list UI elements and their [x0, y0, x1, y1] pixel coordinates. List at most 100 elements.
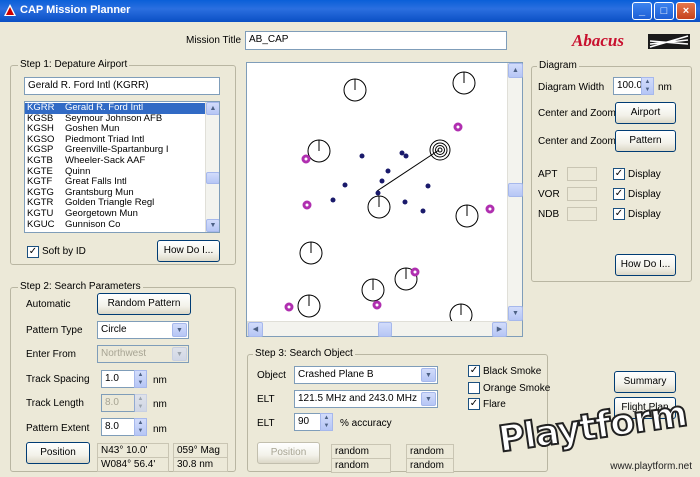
- track-spacing-label: Track Spacing: [26, 374, 90, 385]
- airport-search-input[interactable]: Gerald R. Ford Intl (KGRR): [24, 77, 220, 95]
- black-smoke-checkbox[interactable]: ✓: [468, 365, 480, 377]
- airport-icon: [375, 190, 381, 196]
- elt-accuracy-input[interactable]: 90: [294, 413, 321, 431]
- list-item[interactable]: KGTB Wheeler-Sack AAF: [25, 154, 205, 167]
- scroll-thumb[interactable]: [206, 172, 219, 184]
- list-item[interactable]: KGTU Georgetown Mun: [25, 207, 205, 220]
- chevron-down-icon: ▼: [172, 323, 187, 337]
- logo-mark-icon: [648, 34, 690, 49]
- diagram-width-input[interactable]: 100.0: [613, 77, 643, 95]
- track-length-input: 8.0: [101, 394, 135, 412]
- diagram-width-stepper[interactable]: ▲ ▼: [641, 77, 654, 95]
- track-spacing-input[interactable]: 1.0: [101, 370, 135, 388]
- airport-icon: [385, 168, 391, 174]
- accuracy-unit: % accuracy: [340, 418, 392, 429]
- mission-diagram[interactable]: ▲ ▼ ◀ ▶: [246, 62, 523, 337]
- mission-title-input[interactable]: AB_CAP: [245, 31, 507, 50]
- vor-icon: [367, 195, 391, 219]
- step1-howdoi-button[interactable]: How Do I...: [157, 240, 220, 262]
- diagram-canvas[interactable]: [247, 63, 507, 321]
- track-length-stepper: ▲ ▼: [134, 394, 147, 412]
- scroll-down-icon[interactable]: ▼: [508, 306, 523, 321]
- airport-name: Wheeler-Sack AAF: [65, 154, 146, 166]
- enter-from-label: Enter From: [26, 349, 77, 360]
- ndb-icon: [301, 154, 311, 164]
- latitude-readout: N43° 10.0': [97, 443, 169, 458]
- black-smoke-label: Black Smoke: [483, 366, 542, 377]
- hscroll-thumb[interactable]: [378, 322, 392, 337]
- orange-smoke-label: Orange Smoke: [483, 383, 551, 394]
- step3-position-button: Position: [257, 442, 320, 464]
- airport-code: KGRR: [27, 102, 55, 113]
- chevron-down-icon: ▼: [421, 368, 436, 382]
- pattern-type-value: Circle: [101, 324, 127, 335]
- track-spacing-stepper[interactable]: ▲ ▼: [134, 370, 147, 388]
- list-item[interactable]: KGUC Gunnison Co: [25, 218, 205, 231]
- vor-icon: [452, 71, 476, 95]
- random-pattern-button[interactable]: Random Pattern: [97, 293, 191, 315]
- object-select[interactable]: Crashed Plane B ▼: [294, 366, 438, 384]
- elt-accuracy-label: ELT: [257, 418, 275, 429]
- apt-label: APT: [538, 169, 558, 180]
- window-title: CAP Mission Planner: [20, 4, 131, 16]
- pattern-extent-input[interactable]: 8.0: [101, 418, 135, 436]
- step1-title: Step 1: Depature Airport: [18, 59, 130, 70]
- airport-name: Georgetown Mun: [65, 207, 138, 219]
- apt-display-checkbox[interactable]: ✓: [613, 168, 625, 180]
- vor-display-checkbox[interactable]: ✓: [613, 188, 625, 200]
- elt-accuracy-stepper[interactable]: ▲ ▼: [320, 413, 333, 431]
- maximize-button[interactable]: □: [654, 2, 674, 20]
- ndb-icon: [302, 200, 312, 210]
- scroll-right-icon[interactable]: ▶: [492, 322, 507, 337]
- vor-icon: [455, 204, 479, 228]
- pattern-type-select[interactable]: Circle ▼: [97, 321, 189, 339]
- airport-icon: [359, 153, 365, 159]
- airport-name: Gerald R. Ford Intl: [65, 102, 144, 113]
- distance-readout: 30.8 nm: [173, 457, 228, 472]
- object-value: Crashed Plane B: [298, 369, 374, 380]
- step2-position-button[interactable]: Position: [26, 442, 90, 464]
- apt-swatch: [567, 167, 597, 181]
- airport-name: Gunnison Co: [65, 218, 121, 230]
- center-zoom-pattern-label: Center and Zoom: [538, 136, 616, 147]
- diagram-hscrollbar[interactable]: ◀ ▶: [247, 321, 507, 337]
- step3-title: Step 3: Search Object: [253, 348, 355, 359]
- elt-frequency-select[interactable]: 121.5 MHz and 243.0 MHz ▼: [294, 390, 438, 408]
- diagram-howdoi-button[interactable]: How Do I...: [615, 254, 676, 276]
- scroll-corner: [507, 321, 522, 336]
- airport-list-scrollbar[interactable]: ▲ ▼: [205, 102, 219, 232]
- airport-list[interactable]: KGRR Gerald R. Ford Intl KGSB Seymour Johns…: [24, 101, 220, 233]
- summary-button[interactable]: Summary: [614, 371, 676, 393]
- zoom-pattern-button[interactable]: Pattern: [615, 130, 676, 152]
- pattern-extent-stepper[interactable]: ▲ ▼: [134, 418, 147, 436]
- ndb-display-checkbox[interactable]: ✓: [613, 208, 625, 220]
- ndb-icon: [410, 267, 420, 277]
- track-length-unit: nm: [153, 399, 167, 410]
- sort-by-id-label: Soft by ID: [42, 246, 86, 257]
- abacus-logo: Abacus: [572, 31, 692, 51]
- center-zoom-airport-label: Center and Zoom: [538, 108, 616, 119]
- sort-by-id-checkbox[interactable]: ✓: [27, 246, 39, 258]
- zoom-airport-button[interactable]: Airport: [615, 102, 676, 124]
- list-item[interactable]: KGRR Gerald R. Ford Intl: [25, 102, 205, 114]
- orange-smoke-checkbox[interactable]: [468, 382, 480, 394]
- diagram-vscrollbar[interactable]: ▲ ▼: [507, 63, 523, 321]
- ndb-swatch: [567, 207, 597, 221]
- close-button[interactable]: ×: [676, 2, 696, 20]
- scroll-left-icon[interactable]: ◀: [248, 322, 263, 337]
- vor-swatch: [567, 187, 597, 201]
- scroll-down-icon[interactable]: ▼: [206, 219, 219, 232]
- vscroll-thumb[interactable]: [508, 183, 523, 197]
- mission-title-label: Mission Title: [186, 35, 242, 46]
- minimize-button[interactable]: _: [632, 2, 652, 20]
- pattern-extent-unit: nm: [153, 424, 167, 435]
- vor-icon: [449, 303, 473, 321]
- airport-icon: [379, 178, 385, 184]
- flare-checkbox[interactable]: ✓: [468, 398, 480, 410]
- random-readout-1: random: [331, 444, 391, 459]
- vor-icon: [361, 278, 385, 302]
- chevron-down-icon: ▼: [172, 347, 187, 361]
- scroll-up-icon[interactable]: ▲: [508, 63, 523, 78]
- airport-code: KGTU: [27, 207, 54, 219]
- scroll-up-icon[interactable]: ▲: [206, 102, 219, 115]
